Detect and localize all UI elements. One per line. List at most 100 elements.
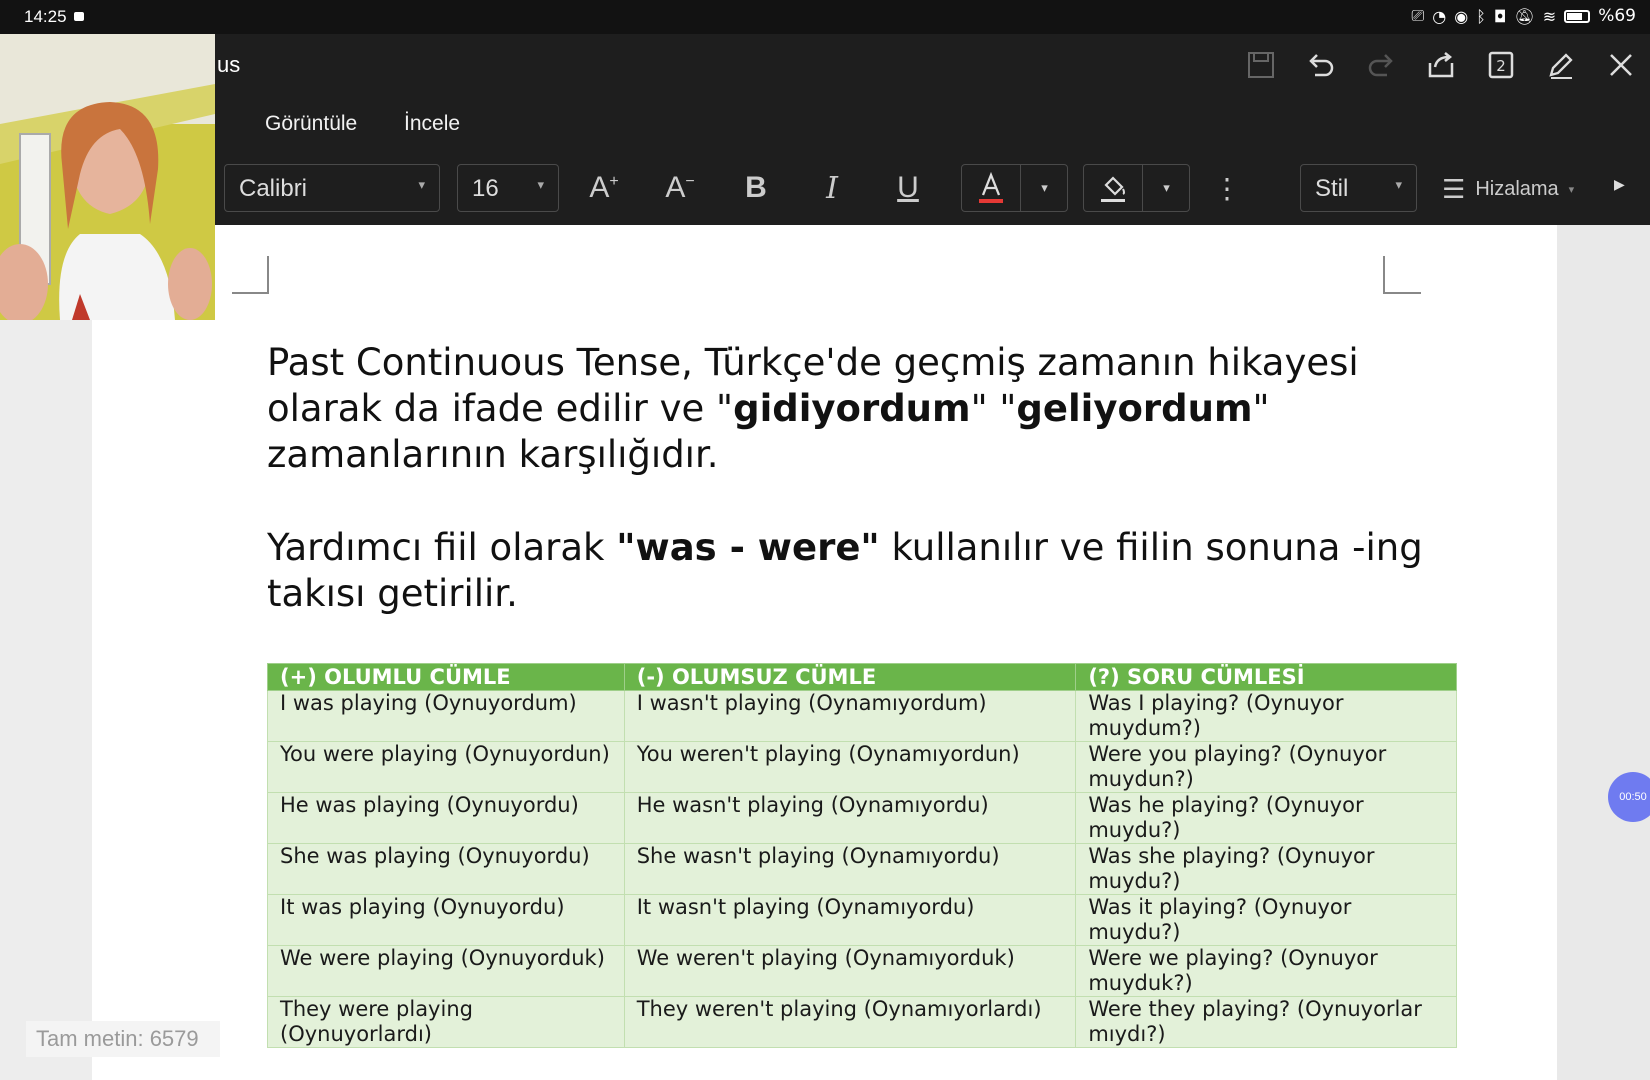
- cast-icon: ⎚: [1411, 6, 1425, 25]
- font-color-button[interactable]: [962, 165, 1020, 211]
- table-cell: Was he playing? (Oynuyor muydu?): [1075, 792, 1457, 844]
- status-bar: 14:25 ⎚ ◔ ◉ ᛒ ◘ 🔕︎ ≋ %69: [0, 0, 1650, 34]
- edit-button[interactable]: [1542, 46, 1580, 84]
- paint-bucket-icon: [1101, 176, 1125, 202]
- align-button[interactable]: ☰ Hizalama ▾: [1442, 174, 1574, 205]
- close-button[interactable]: [1602, 46, 1640, 84]
- table-header-row: (+) OLUMLU CÜMLE (-) OLUMSUZ CÜMLE (?) S…: [267, 663, 1457, 691]
- font-family-select[interactable]: Calibri ▾: [224, 164, 440, 212]
- status-icons: ⎚ ◔ ◉ ᛒ ◘ 🔕︎ ≋ %69: [1411, 6, 1636, 26]
- decrease-font-button[interactable]: A−: [656, 164, 704, 212]
- document-title: us: [217, 52, 241, 77]
- header-question: (?) SORU CÜMLESİ: [1075, 663, 1457, 691]
- eye-icon: ◉: [1454, 6, 1469, 26]
- paragraph-2: Yardımcı fiil olarak "was - were" kullan…: [267, 525, 1427, 617]
- underline-button[interactable]: U: [884, 164, 932, 212]
- menu-item-review[interactable]: İncele: [404, 112, 460, 136]
- table-row: I was playing (Oynuyordum) I wasn't play…: [267, 690, 1457, 742]
- font-color-icon: [979, 171, 1003, 203]
- font-family-value: Calibri: [239, 175, 308, 202]
- undo-button[interactable]: [1302, 46, 1340, 84]
- screen-record-icon: [74, 12, 84, 21]
- highlight-button[interactable]: [1084, 165, 1142, 211]
- speed-icon: ◔: [1432, 6, 1447, 26]
- align-icon: ☰: [1442, 174, 1466, 204]
- table-cell: You were playing (Oynuyordun): [267, 741, 625, 793]
- increase-font-icon: A+: [589, 171, 619, 204]
- chevron-right-icon: ▶: [1614, 176, 1625, 192]
- chevron-down-icon: ▾: [418, 177, 425, 192]
- title-bar: us 2: [0, 34, 1650, 98]
- scroll-right-button[interactable]: ▶: [1614, 176, 1625, 193]
- chevron-down-icon: ▾: [1395, 177, 1402, 192]
- table-cell: You weren't playing (Oynamıyordun): [623, 741, 1077, 793]
- mute-icon: 🔕︎: [1514, 6, 1535, 26]
- redo-icon: [1368, 54, 1393, 77]
- paragraph-1-text-b: " ": [970, 387, 1017, 430]
- table-cell: He was playing (Oynuyordu): [267, 792, 625, 844]
- floating-timer-button[interactable]: 00:50: [1608, 772, 1650, 822]
- title-toolbar: 2: [1242, 46, 1640, 84]
- bold-button[interactable]: B: [732, 164, 780, 212]
- share-icon: [1428, 52, 1454, 78]
- table-row: It was playing (Oynuyordu) It wasn't pla…: [267, 894, 1457, 946]
- camera-icon: ◘: [1493, 6, 1507, 26]
- more-button[interactable]: ⋮: [1203, 164, 1251, 212]
- table-cell: Was she playing? (Oynuyor muydu?): [1075, 843, 1457, 895]
- chevron-down-icon: ▾: [537, 177, 544, 192]
- bluetooth-icon: ᛒ: [1476, 6, 1486, 26]
- redo-button[interactable]: [1362, 46, 1400, 84]
- pencil-icon: [1549, 53, 1573, 79]
- table-cell: She wasn't playing (Oynamıyordu): [623, 843, 1077, 895]
- save-button[interactable]: [1242, 46, 1280, 84]
- italic-icon: I: [826, 170, 838, 206]
- table-cell: We weren't playing (Oynamıyorduk): [623, 945, 1077, 997]
- webcam-overlay[interactable]: [0, 34, 215, 320]
- battery-percent: %69: [1598, 6, 1636, 26]
- word-count-badge: Tam metin: 6579: [26, 1021, 220, 1057]
- style-select[interactable]: Stil ▾: [1300, 164, 1417, 212]
- menu-bar: Görüntüle İncele: [0, 98, 1650, 150]
- table-cell: It wasn't playing (Oynamıyordu): [623, 894, 1077, 946]
- decrease-font-icon: A−: [665, 171, 695, 204]
- italic-button[interactable]: I: [808, 164, 856, 212]
- table-row: She was playing (Oynuyordu) She wasn't p…: [267, 843, 1457, 895]
- table-row: He was playing (Oynuyordu) He wasn't pla…: [267, 792, 1457, 844]
- table-cell: They weren't playing (Oynamıyorlardı): [623, 996, 1077, 1048]
- format-toolbar: Calibri ▾ 16 ▾ A+ A− B I U ▾ ▾ ⋮ Stil ▾ …: [0, 150, 1650, 225]
- share-button[interactable]: [1422, 46, 1460, 84]
- table-cell: I was playing (Oynuyordum): [267, 690, 625, 742]
- left-gutter: [0, 320, 92, 1080]
- presenter-video: [0, 34, 215, 320]
- battery-icon: [1564, 9, 1591, 23]
- highlight-dropdown[interactable]: ▾: [1143, 165, 1190, 211]
- table-cell: It was playing (Oynuyordu): [267, 894, 625, 946]
- font-size-select[interactable]: 16 ▾: [457, 164, 559, 212]
- crop-mark-right: [1383, 256, 1421, 294]
- menu-item-view[interactable]: Görüntüle: [265, 112, 357, 136]
- save-icon: [1248, 52, 1274, 78]
- font-color-dropdown[interactable]: ▾: [1021, 165, 1068, 211]
- page-count-button[interactable]: 2: [1482, 46, 1520, 84]
- table-cell: I wasn't playing (Oynamıyordum): [623, 690, 1077, 742]
- table-cell: We were playing (Oynuyorduk): [267, 945, 625, 997]
- increase-font-button[interactable]: A+: [580, 164, 628, 212]
- highlight-control: ▾: [1083, 164, 1190, 212]
- table-row: You were playing (Oynuyordun) You weren'…: [267, 741, 1457, 793]
- paragraph-1-bold-a: gidiyordum: [733, 387, 971, 430]
- table-cell: He wasn't playing (Oynamıyordu): [623, 792, 1077, 844]
- table-cell: Were you playing? (Oynuyor muydun?): [1075, 741, 1457, 793]
- chevron-down-icon: ▾: [1163, 180, 1170, 195]
- table-cell: They were playing (Oynuyorlardı): [267, 996, 625, 1048]
- font-color-control: ▾: [961, 164, 1068, 212]
- table-row: We were playing (Oynuyorduk) We weren't …: [267, 945, 1457, 997]
- header-negative: (-) OLUMSUZ CÜMLE: [623, 663, 1077, 691]
- undo-icon: [1309, 54, 1334, 77]
- bold-icon: B: [745, 171, 767, 204]
- pages-icon: 2: [1488, 51, 1514, 79]
- table-cell: Were they playing? (Oynuyorlar mıydı?): [1075, 996, 1457, 1048]
- paragraph-2-text-a: Yardımcı fiil olarak: [267, 526, 617, 569]
- chevron-down-icon: ▾: [1568, 184, 1575, 196]
- page-count: 2: [1496, 57, 1506, 75]
- font-size-value: 16: [472, 175, 499, 202]
